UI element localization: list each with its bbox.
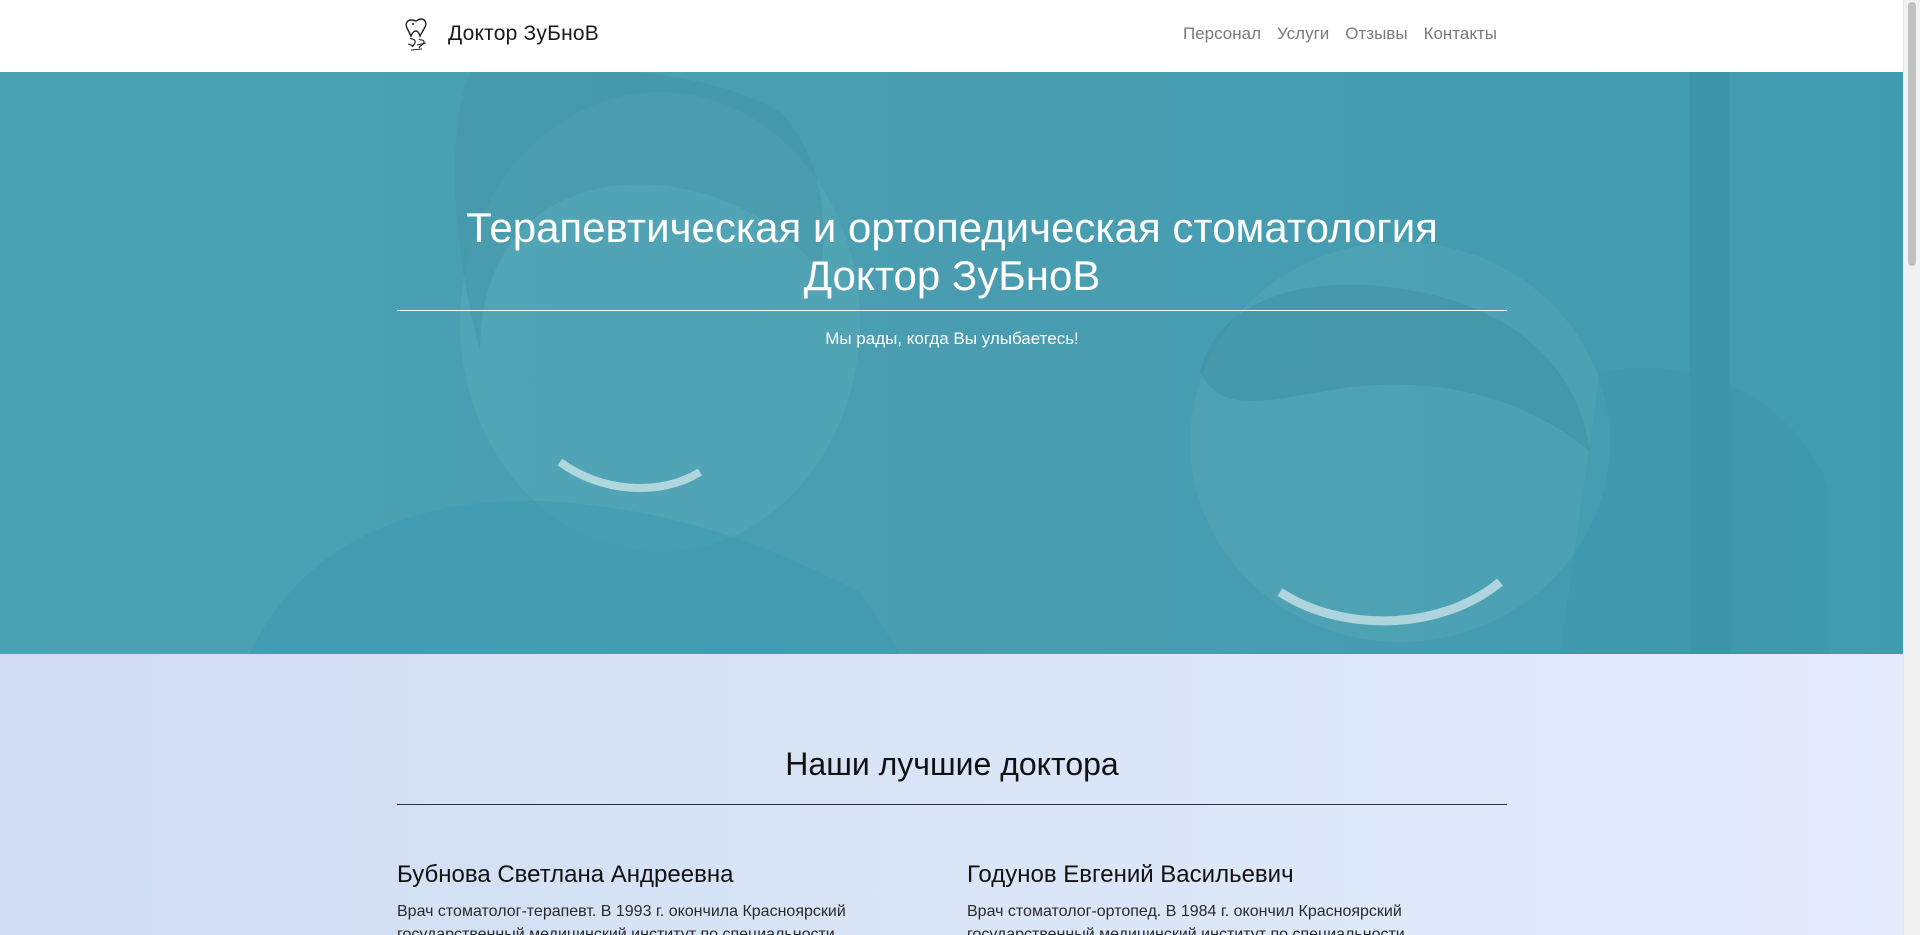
tooth-logo-icon [405, 18, 427, 51]
page-scrollbar[interactable] [1903, 0, 1920, 935]
doctor-card: Годунов Евгений Васильевич Врач стоматол… [967, 860, 1507, 935]
navbar: Доктор ЗуБноВ Персонал Услуги Отзывы Кон… [0, 0, 1903, 72]
hero-title: Терапевтическая и ортопедическая стомато… [466, 204, 1438, 299]
hero-divider [397, 310, 1507, 311]
brand-link[interactable]: Доктор ЗуБноВ [402, 14, 599, 54]
nav-menu: Персонал Услуги Отзывы Контакты [1183, 0, 1497, 68]
nav-link-staff[interactable]: Персонал [1183, 24, 1261, 44]
section-divider [397, 804, 1507, 805]
doctor-card: Бубнова Светлана Андреевна Врач стоматол… [397, 860, 937, 935]
doctor-description: Врач стоматолог-терапевт. В 1993 г. окон… [397, 903, 846, 935]
doctor-name: Бубнова Светлана Андреевна [397, 861, 734, 888]
nav-link-services[interactable]: Услуги [1277, 24, 1329, 44]
hero-subtitle: Мы рады, когда Вы улыбаетесь! [825, 329, 1079, 348]
page: Доктор ЗуБноВ Персонал Услуги Отзывы Кон… [0, 0, 1920, 935]
nav-link-contacts[interactable]: Контакты [1424, 24, 1497, 44]
doctors-section: Наши лучшие доктора Бубнова Светлана Анд… [0, 654, 1903, 935]
nav-link-reviews[interactable]: Отзывы [1345, 24, 1407, 44]
scrollbar-thumb[interactable] [1908, 2, 1916, 266]
doctor-name: Годунов Евгений Васильевич [967, 861, 1294, 888]
brand-name: Доктор ЗуБноВ [448, 22, 599, 45]
doctor-description: Врач стоматолог-ортопед. В 1984 г. оконч… [967, 903, 1405, 935]
hero-background-image [0, 72, 1903, 654]
section-title: Наши лучшие доктора [785, 746, 1119, 782]
hero-content: Терапевтическая и ортопедическая стомато… [397, 204, 1507, 349]
hero-section: Терапевтическая и ортопедическая стомато… [0, 72, 1903, 654]
